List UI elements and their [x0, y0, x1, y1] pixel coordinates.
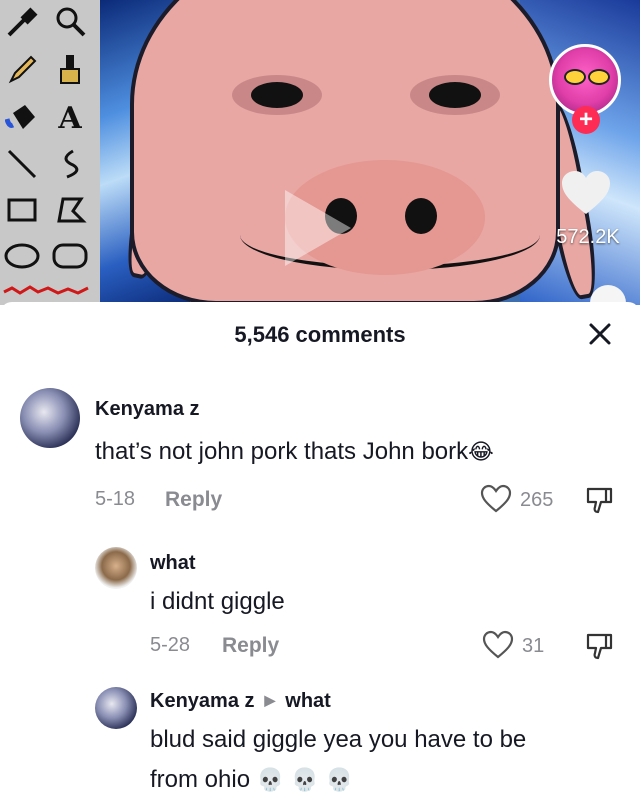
play-icon[interactable]	[285, 190, 351, 266]
comment-author[interactable]: Kenyama z	[150, 690, 255, 712]
red-scribble	[3, 285, 89, 295]
comment-text-body: that’s not john pork thats John bork	[95, 438, 469, 465]
like-count: 265	[520, 489, 554, 511]
fill-bucket-icon	[2, 98, 42, 138]
video-player[interactable]: A + 572.2K	[0, 0, 640, 305]
comment-text-continued: from ohio 💀 💀 💀	[150, 766, 353, 794]
like-count: 572.2K	[556, 226, 620, 248]
avatar[interactable]	[95, 547, 137, 589]
rounded-rect-icon	[50, 236, 90, 276]
reply-button[interactable]: Reply	[165, 488, 222, 512]
rectangle-icon	[2, 190, 42, 230]
ellipse-icon	[2, 236, 42, 276]
text-tool-icon: A	[58, 100, 82, 136]
reply-button[interactable]: Reply	[222, 634, 279, 658]
comments-count: 5,546 comments	[234, 322, 406, 347]
brush-icon	[50, 50, 90, 90]
comment-author-line: Kenyama z ▶ what	[150, 690, 331, 713]
pencil-icon	[2, 50, 42, 90]
follow-button[interactable]: +	[572, 106, 600, 134]
comment-text: that’s not john pork thats John bork😂	[95, 438, 494, 466]
close-icon	[589, 323, 611, 345]
polygon-icon	[50, 190, 90, 230]
comment-date: 5-18	[95, 488, 136, 510]
paint-toolbox-image: A	[0, 0, 100, 305]
heart-icon[interactable]	[560, 168, 612, 220]
comment-text: blud said giggle yea you have to be	[150, 726, 527, 753]
laughing-emoji: 😂	[468, 440, 494, 465]
comment-author[interactable]: Kenyama z	[95, 398, 200, 421]
close-button[interactable]	[582, 316, 618, 352]
comment-date: 5-28	[150, 634, 191, 656]
pig-eye-left	[232, 75, 322, 115]
magnifier-icon	[50, 2, 90, 42]
caret-right-icon: ▶	[264, 692, 276, 708]
pig-eye-right	[410, 75, 500, 115]
skull-emoji: 💀 💀 💀	[256, 768, 353, 793]
comment-author[interactable]: what	[150, 552, 196, 575]
line-icon	[2, 144, 42, 184]
avatar[interactable]	[20, 388, 80, 448]
heart-icon[interactable]	[480, 484, 512, 514]
comment-text-line2: from ohio	[150, 766, 251, 793]
eyedropper-icon	[2, 2, 42, 42]
like-count: 31	[522, 635, 545, 657]
reply-to-author[interactable]: what	[285, 690, 331, 712]
dislike-icon[interactable]	[584, 485, 614, 515]
comments-sheet: 5,546 comments Kenyama z that’s not john…	[0, 302, 640, 797]
dislike-icon[interactable]	[584, 631, 614, 661]
curve-icon	[50, 144, 90, 184]
avatar[interactable]	[95, 687, 137, 729]
comment-text: i didnt giggle	[150, 588, 285, 615]
heart-icon[interactable]	[482, 630, 514, 660]
